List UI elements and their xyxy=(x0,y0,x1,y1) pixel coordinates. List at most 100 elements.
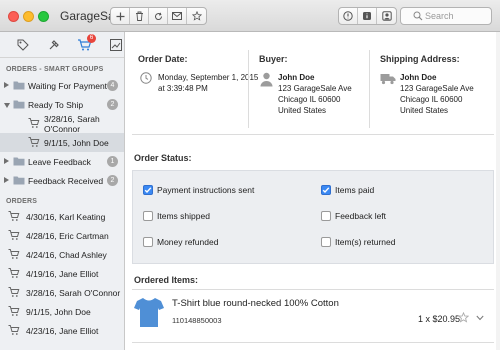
count-badge: 2 xyxy=(107,99,118,110)
checkbox-money-refunded[interactable]: Money refunded xyxy=(143,237,218,247)
ordered-item-row[interactable]: T-Shirt blue round-necked 100% Cotton 11… xyxy=(132,290,494,340)
sidebar-item-leave-feedback[interactable]: Leave Feedback 1 xyxy=(0,152,124,171)
info-button[interactable] xyxy=(358,8,377,24)
column-divider xyxy=(369,50,370,128)
sidebar: 6 ORDERS - SMART GROUPS Waiting For Paym… xyxy=(0,32,125,350)
disclosure-collapsed-icon[interactable] xyxy=(4,158,9,164)
minimize-window-button[interactable] xyxy=(23,11,34,22)
column-divider xyxy=(248,50,249,128)
add-button[interactable] xyxy=(111,8,130,24)
buyer-street: 123 GarageSale Ave xyxy=(278,84,352,93)
item-quantity-price: 1 x $20.95 xyxy=(418,314,461,324)
order-detail-pane: Order Date: Monday, September 1, 2015 at… xyxy=(126,32,500,350)
order-list-item[interactable]: 4/19/16, Jane Elliot xyxy=(0,264,124,283)
checkbox[interactable] xyxy=(143,185,153,195)
folder-icon xyxy=(13,81,25,90)
checkbox-items-shipped[interactable]: Items shipped xyxy=(143,211,210,221)
alert-button[interactable] xyxy=(339,8,358,24)
shopping-cart-icon xyxy=(8,306,20,316)
sidebar-item-label: Feedback Received xyxy=(28,175,104,186)
tab-templates[interactable] xyxy=(45,36,62,54)
sidebar-item-waiting-for-payment[interactable]: Waiting For Payment 4 xyxy=(0,76,124,95)
order-list-item[interactable]: 9/1/15, John Doe xyxy=(0,302,124,321)
section-divider xyxy=(132,134,494,135)
order-list-item-label: 4/19/16, Jane Elliot xyxy=(26,268,99,279)
refresh-icon xyxy=(154,12,162,20)
shopping-cart-icon xyxy=(8,325,20,335)
orders-badge: 6 xyxy=(87,33,96,43)
shopping-cart-icon xyxy=(8,287,20,297)
order-list-item-label: 3/28/16, Sarah O'Connor xyxy=(26,287,121,298)
tab-listings[interactable] xyxy=(14,36,31,54)
trash-icon xyxy=(135,11,143,21)
order-list-item[interactable]: 4/28/16, Eric Cartman xyxy=(0,226,124,245)
search-field[interactable]: Search xyxy=(400,7,492,25)
order-list-item-label: 4/23/16, Jane Elliot xyxy=(26,325,99,336)
tab-statistics[interactable] xyxy=(107,36,124,54)
hammer-icon xyxy=(49,39,59,49)
checkbox[interactable] xyxy=(143,211,153,221)
disclosure-collapsed-icon[interactable] xyxy=(4,82,9,88)
scrollbar-track[interactable] xyxy=(496,32,500,350)
checkbox-label: Money refunded xyxy=(157,237,219,247)
sidebar-item-order-sarah-oconnor[interactable]: 3/28/16, Sarah O'Connor xyxy=(0,114,124,134)
checkbox[interactable] xyxy=(321,237,331,247)
count-badge: 4 xyxy=(107,80,118,91)
count-badge: 2 xyxy=(107,175,118,186)
item-number: 110148850003 xyxy=(172,316,222,325)
count-badge: 1 xyxy=(107,156,118,167)
buyer-label: Buyer: xyxy=(259,54,288,64)
checkmark-icon xyxy=(322,187,330,194)
disclosure-expanded-icon[interactable] xyxy=(4,103,10,108)
star-icon[interactable] xyxy=(458,312,469,323)
order-date-value: Monday, September 1, 2015 xyxy=(158,73,259,82)
order-date-block: Monday, September 1, 2015 at 3:39:48 PM xyxy=(158,72,258,94)
favorite-button[interactable] xyxy=(187,8,206,24)
tab-orders[interactable]: 6 xyxy=(76,33,96,54)
order-time-value: at 3:39:48 PM xyxy=(158,84,208,93)
user-icon xyxy=(381,11,392,21)
refresh-button[interactable] xyxy=(149,8,168,24)
checkbox-items-returned[interactable]: Item(s) returned xyxy=(321,237,395,247)
order-list-item-label: 4/28/16, Eric Cartman xyxy=(26,230,109,241)
tag-icon xyxy=(17,39,29,51)
sidebar-item-ready-to-ship[interactable]: Ready To Ship 2 xyxy=(0,95,124,114)
folder-icon xyxy=(13,100,25,109)
sidebar-item-feedback-received[interactable]: Feedback Received 2 xyxy=(0,171,124,190)
close-window-button[interactable] xyxy=(8,11,19,22)
chevron-down-icon[interactable] xyxy=(476,315,484,321)
checkbox-feedback-left[interactable]: Feedback left xyxy=(321,211,386,221)
shopping-cart-icon xyxy=(8,249,20,259)
checkbox-payment-instructions-sent[interactable]: Payment instructions sent xyxy=(143,185,254,195)
tshirt-icon xyxy=(134,298,164,327)
mail-button[interactable] xyxy=(168,8,187,24)
alert-icon xyxy=(343,11,353,21)
buyer-block: John Doe 123 GarageSale Ave Chicago IL 6… xyxy=(278,72,352,116)
info-icon xyxy=(363,12,371,20)
plus-icon xyxy=(116,12,124,20)
disclosure-collapsed-icon[interactable] xyxy=(4,177,9,183)
zoom-window-button[interactable] xyxy=(38,11,49,22)
order-list-item[interactable]: 4/30/16, Karl Keating xyxy=(0,207,124,226)
edit-toolbar-group xyxy=(110,7,207,25)
orders-header: ORDERS xyxy=(6,198,38,205)
delete-button[interactable] xyxy=(130,8,149,24)
user-button[interactable] xyxy=(377,8,396,24)
sidebar-item-label: Leave Feedback xyxy=(28,156,91,167)
order-list-item[interactable]: 4/24/16, Chad Ashley xyxy=(0,245,124,264)
sidebar-item-label: 9/1/15, John Doe xyxy=(44,137,109,148)
checkbox[interactable] xyxy=(143,237,153,247)
search-placeholder: Search xyxy=(425,11,454,21)
shopping-cart-icon xyxy=(8,230,20,240)
ordered-items-title: Ordered Items: xyxy=(134,275,199,285)
checkbox[interactable] xyxy=(321,211,331,221)
buyer-city: Chicago IL 60600 xyxy=(278,95,341,104)
checkbox[interactable] xyxy=(321,185,331,195)
clock-icon xyxy=(140,72,152,84)
order-list-item[interactable]: 4/23/16, Jane Elliot xyxy=(0,321,124,340)
order-list-item[interactable]: 3/28/16, Sarah O'Connor xyxy=(0,283,124,302)
sidebar-item-order-john-doe[interactable]: 9/1/15, John Doe xyxy=(0,133,124,152)
envelope-icon xyxy=(172,12,182,20)
window-titlebar: GarageSale Search xyxy=(0,0,500,32)
checkbox-items-paid[interactable]: Items paid xyxy=(321,185,374,195)
